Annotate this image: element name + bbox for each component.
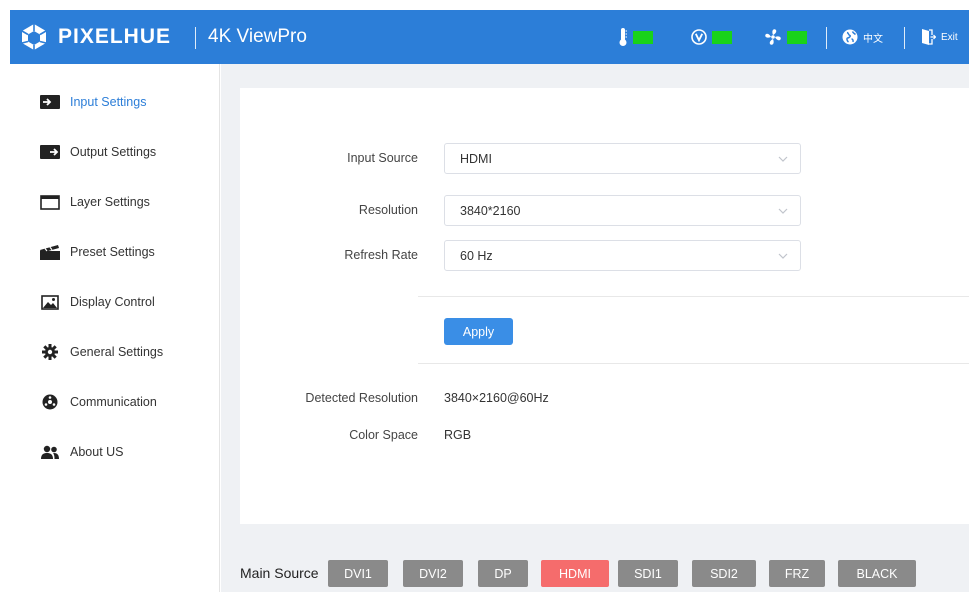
header-divider [904,27,905,49]
sidebar-item-output-settings[interactable]: Output Settings [40,140,156,164]
refresh-rate-label: Refresh Rate [344,248,418,262]
source-button-dp[interactable]: DP [478,560,528,587]
main-source-label: Main Source [240,565,319,581]
exit-label: Exit [941,31,958,43]
source-button-frz[interactable]: FRZ [769,560,825,587]
pixelhue-logo-icon [21,24,47,50]
sidebar: Input Settings Output Settings Layer Set… [10,64,220,592]
chevron-down-icon [778,156,788,162]
header-divider [826,27,827,49]
fan-led [787,30,807,44]
source-button-dvi2[interactable]: DVI2 [403,560,463,587]
source-button-hdmi[interactable]: HDMI [541,560,609,587]
refresh-rate-select[interactable]: 60 Hz [444,240,801,271]
resolution-label: Resolution [358,203,418,217]
exit-door-icon [922,29,936,45]
input-icon [40,94,60,110]
sidebar-item-layer-settings[interactable]: Layer Settings [40,190,150,214]
source-button-dvi1[interactable]: DVI1 [328,560,388,587]
input-source-value: HDMI [460,152,492,166]
sidebar-item-label: Output Settings [70,145,157,159]
voltage-icon [691,29,707,45]
chevron-down-icon [778,208,788,214]
image-icon [40,294,60,310]
sidebar-item-general-settings[interactable]: General Settings [40,340,163,364]
temperature-status [618,10,653,64]
sidebar-item-display-control[interactable]: Display Control [40,290,155,314]
output-icon [40,144,60,160]
sidebar-item-communication[interactable]: Communication [40,390,157,414]
communication-icon [40,394,60,410]
sidebar-item-label: Layer Settings [70,195,150,209]
chevron-down-icon [778,253,788,259]
sidebar-item-about-us[interactable]: About US [40,440,124,464]
product-name: 4K ViewPro [208,26,307,47]
divider [418,363,969,364]
exit-button[interactable]: Exit [920,10,958,64]
language-label: 中文 [863,33,883,45]
language-switch[interactable]: 中文 [842,10,883,64]
temperature-led [633,30,653,44]
source-button-sdi1[interactable]: SDI1 [618,560,678,587]
voltage-led [712,30,732,44]
thermometer-icon [619,28,627,46]
fan-status [764,10,807,64]
header-divider [195,27,196,49]
fan-icon [765,29,781,45]
sidebar-item-input-settings[interactable]: Input Settings [40,90,146,114]
input-source-select[interactable]: HDMI [444,143,801,174]
globe-icon [842,29,858,45]
divider [418,296,969,297]
refresh-rate-value: 60 Hz [460,249,493,263]
users-icon [40,444,60,460]
sidebar-item-label: Input Settings [70,95,147,109]
sidebar-item-preset-settings[interactable]: Preset Settings [40,240,155,264]
color-space-label: Color Space [349,428,418,442]
apply-button[interactable]: Apply [444,318,513,345]
resolution-value: 3840*2160 [460,204,521,218]
sidebar-item-label: About US [70,445,124,459]
sidebar-item-label: Communication [70,395,157,409]
top-header: PIXELHUE 4K ViewPro 中文 Exit [10,10,969,64]
sidebar-item-label: General Settings [70,345,164,359]
detected-resolution-value: 3840×2160@60Hz [444,391,549,405]
source-button-sdi2[interactable]: SDI2 [692,560,756,587]
voltage-status [691,10,732,64]
resolution-select[interactable]: 3840*2160 [444,195,801,226]
sidebar-item-label: Display Control [70,295,155,309]
gear-icon [40,344,60,360]
layer-icon [40,194,60,210]
sidebar-item-label: Preset Settings [70,245,155,259]
color-space-value: RGB [444,428,472,442]
detected-resolution-label: Detected Resolution [305,391,418,405]
brand-name: PIXELHUE [58,25,172,48]
source-button-black[interactable]: BLACK [838,560,916,587]
input-source-label: Input Source [347,151,418,165]
preset-icon [40,244,60,260]
